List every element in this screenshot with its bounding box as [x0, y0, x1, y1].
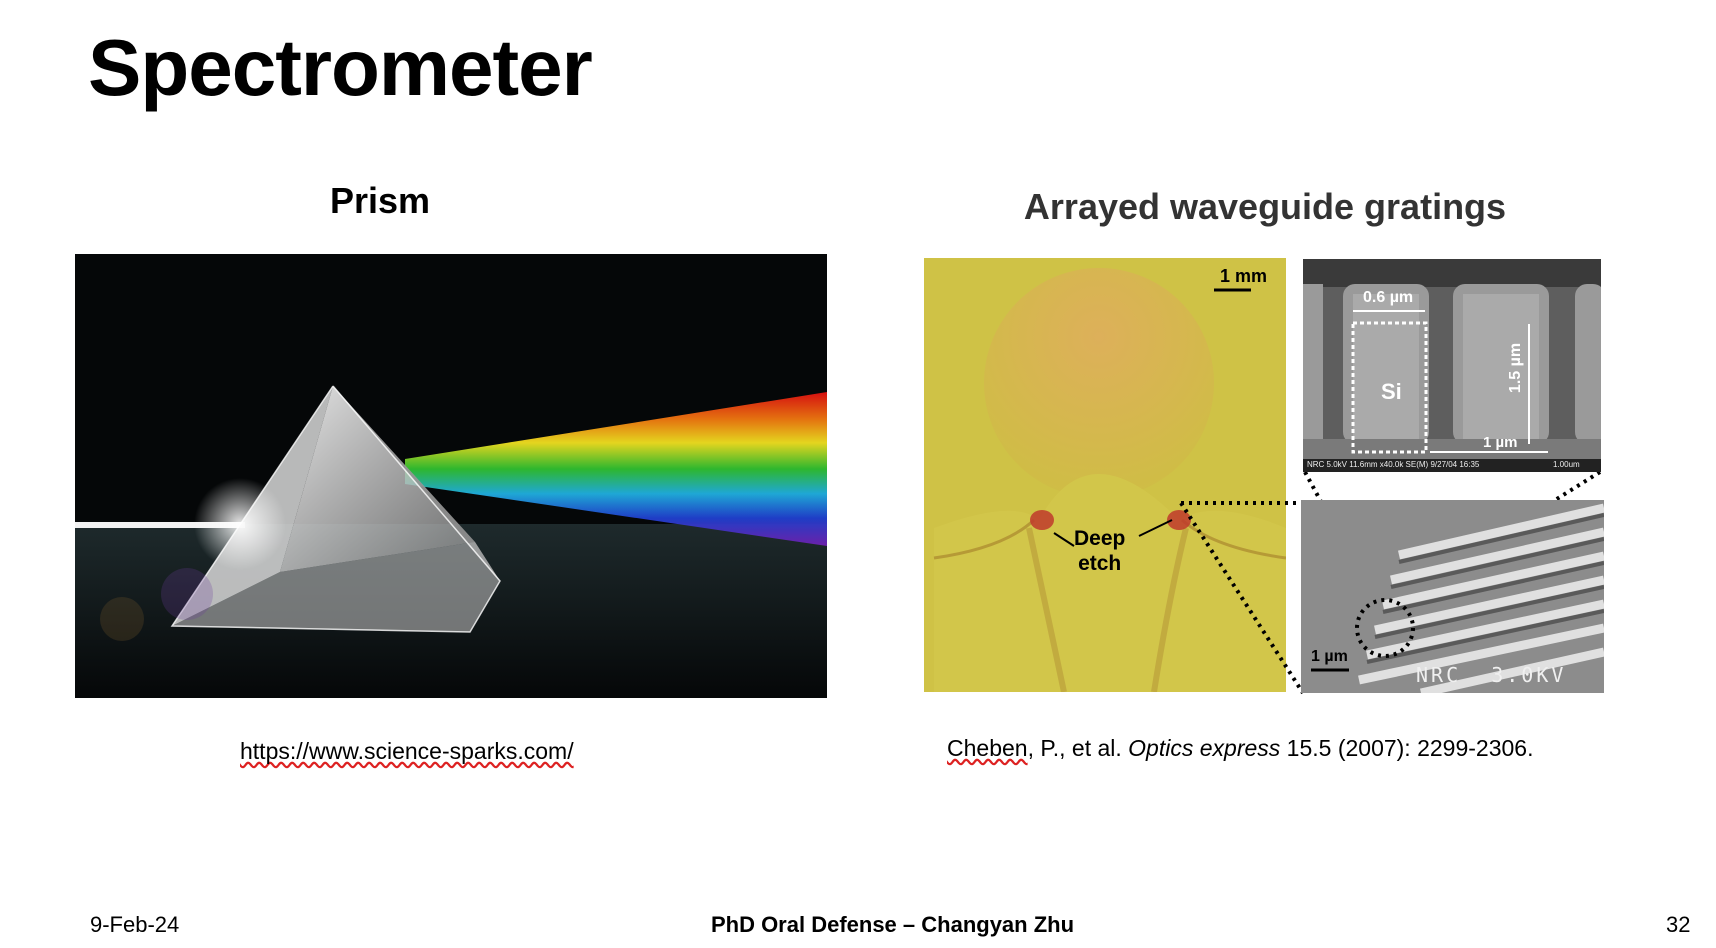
citation-part1: , P., et al. [1027, 735, 1129, 761]
sem-cross-section: 0.6 µm Si 1.5 µm 1 µm NRC 5.0kV 11.6mm x… [1303, 259, 1601, 472]
prism-source-link[interactable]: https://www.science-sparks.com/ [240, 738, 574, 765]
sem-bottom-label: 1 µm [1483, 434, 1518, 451]
awg-citation: Cheben, P., et al. Optics express 15.5 (… [947, 735, 1533, 762]
citation-author: Cheben [947, 735, 1028, 761]
sem-width-label: 0.6 µm [1363, 289, 1414, 306]
sem-info: NRC 5.0kV 11.6mm x40.0k SE(M) 9/27/04 16… [1307, 460, 1480, 469]
prism-source-text: https://www.science-sparks.com/ [240, 738, 574, 764]
slide: Spectrometer Prism Arrayed waveguide gra… [0, 0, 1716, 948]
connector-lines [1179, 470, 1602, 695]
sem-core-label: Si [1381, 379, 1402, 404]
citation-part2: 15.5 (2007): 2299-2306. [1280, 735, 1534, 761]
sem2-scale-label: 1 µm [1311, 648, 1348, 665]
sem-height-label: 1.5 µm [1507, 342, 1525, 394]
footer-page-number: 32 [1666, 912, 1691, 937]
citation-journal: Optics express [1128, 735, 1281, 761]
sem-grating-view: 1 µm NRC 3.0KV [1301, 500, 1604, 693]
sem-scale: 1.00um [1553, 460, 1580, 469]
sem2-info: NRC 3.0KV [1416, 663, 1567, 687]
footer-title: PhD Oral Defense – Changyan Zhu [710, 912, 1075, 937]
